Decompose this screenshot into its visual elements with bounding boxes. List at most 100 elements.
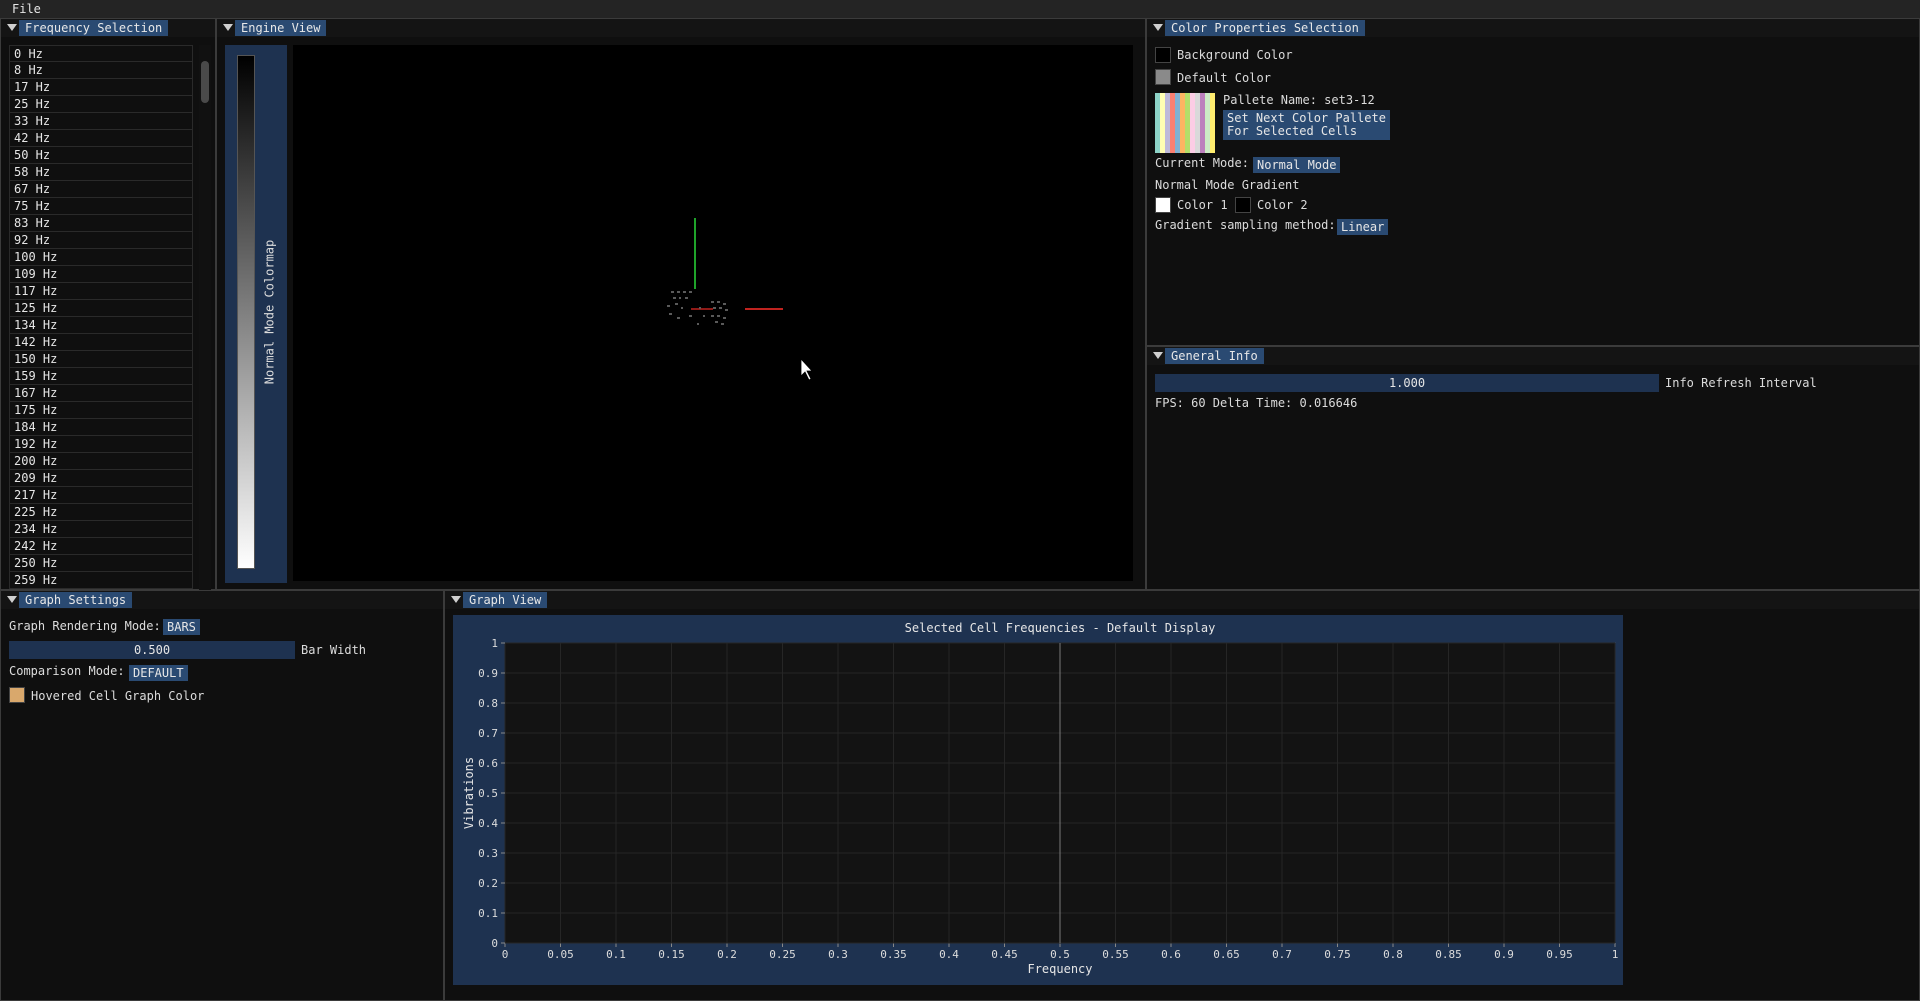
frequency-item[interactable]: 109 Hz [9,266,193,283]
next-pallete-button[interactable]: Set Next Color Pallete For Selected Cell… [1223,110,1390,140]
y-tick-label: 0 [491,937,498,950]
collapse-icon[interactable] [1153,352,1163,359]
frequency-item[interactable]: 33 Hz [9,113,193,130]
comparison-mode-label: Comparison Mode: [9,664,125,678]
frequency-item[interactable]: 17 Hz [9,79,193,96]
bar-width-slider[interactable]: 0.500 [9,641,295,659]
y-axis-label: Vibrations [462,757,476,829]
engine-viewport[interactable] [293,45,1133,581]
hovered-cell-color-swatch[interactable] [9,687,25,703]
frequency-item[interactable]: 184 Hz [9,419,193,436]
panel-title[interactable]: Engine View [235,20,327,36]
collapse-icon[interactable] [7,596,17,603]
gradient-color2-label: Color 2 [1257,198,1308,212]
frequency-item[interactable]: 142 Hz [9,334,193,351]
default-color-label: Default Color [1177,71,1271,85]
panel-title[interactable]: Graph View [463,592,548,608]
menu-bar: File [0,0,1920,19]
panel-header: Graph View [445,591,1919,609]
frequency-item[interactable]: 225 Hz [9,504,193,521]
panel-title[interactable]: Frequency Selection [19,20,169,36]
frequency-item[interactable]: 159 Hz [9,368,193,385]
render-mode-button[interactable]: BARS [163,619,200,635]
frequency-item[interactable]: 75 Hz [9,198,193,215]
frequency-item[interactable]: 175 Hz [9,402,193,419]
collapse-icon[interactable] [1153,24,1163,31]
scroll-thumb[interactable] [201,61,209,103]
y-tick-label: 0.6 [478,757,498,770]
x-axis-label: Frequency [1027,962,1092,976]
frequency-item[interactable]: 92 Hz [9,232,193,249]
x-tick-label: 0.2 [717,948,737,961]
x-tick-label: 0.8 [1383,948,1403,961]
frequency-item[interactable]: 217 Hz [9,487,193,504]
x-tick-label: 0.35 [880,948,907,961]
frequency-item[interactable]: 234 Hz [9,521,193,538]
background-color-label: Background Color [1177,48,1293,62]
engine-view-panel: Engine View Normal Mode Colormap [216,18,1146,590]
frequency-item[interactable]: 50 Hz [9,147,193,164]
x-tick-label: 0.65 [1213,948,1240,961]
gradient-color1-swatch[interactable] [1155,197,1171,213]
frequency-item[interactable]: 100 Hz [9,249,193,266]
frequency-selection-panel: Frequency Selection 0 Hz 8 Hz 17 Hz 25 Hz 33… [0,18,216,605]
frequency-item[interactable]: 67 Hz [9,181,193,198]
panel-title[interactable]: General Info [1165,348,1264,364]
frequency-item[interactable]: 259 Hz [9,572,193,589]
y-tick-label: 0.1 [478,907,498,920]
sampling-method-button[interactable]: Linear [1337,219,1389,235]
scene-svg [667,218,813,381]
current-mode-label: Current Mode: [1155,156,1249,170]
frequency-item[interactable]: 83 Hz [9,215,193,232]
panel-header: General Info [1147,347,1919,365]
menu-file[interactable]: File [12,1,41,17]
current-mode-button[interactable]: Normal Mode [1253,157,1341,173]
frequency-item[interactable]: 200 Hz [9,453,193,470]
cell-cluster [667,291,728,325]
x-tick-label: 0.9 [1494,948,1514,961]
panel-title[interactable]: Color Properties Selection [1165,20,1365,36]
x-tick-label: 0.3 [828,948,848,961]
background-color-swatch[interactable] [1155,47,1171,63]
pallete-name: Pallete Name: set3-12 [1223,93,1375,107]
y-tick-label: 0.4 [478,817,498,830]
frequency-item[interactable]: 242 Hz [9,538,193,555]
collapse-icon[interactable] [223,24,233,31]
frequency-item[interactable]: 58 Hz [9,164,193,181]
x-tick-label: 0 [502,948,509,961]
frequency-item[interactable]: 167 Hz [9,385,193,402]
frequency-item[interactable]: 25 Hz [9,96,193,113]
default-color-swatch[interactable] [1155,69,1171,85]
frequency-chart[interactable]: 0 0.05 0.1 0.15 0.2 0.25 0.3 0.35 0.4 0.45 0.5 0.55… [453,615,1623,985]
panel-title[interactable]: Graph Settings [19,592,133,608]
info-refresh-slider[interactable]: 1.000 [1155,374,1659,392]
bar-width-label: Bar Width [301,643,367,657]
frequency-item[interactable]: 42 Hz [9,130,193,147]
frequency-scrollbar[interactable] [199,45,211,605]
frequency-item[interactable]: 8 Hz [9,62,193,79]
frequency-item[interactable]: 134 Hz [9,317,193,334]
panel-header: Color Properties Selection [1147,19,1919,37]
x-tick-label: 0.05 [547,948,574,961]
frequency-item[interactable]: 150 Hz [9,351,193,368]
x-tick-label: 0.45 [991,948,1018,961]
info-refresh-label: Info Refresh Interval [1665,376,1817,390]
comparison-mode-button[interactable]: DEFAULT [129,665,188,681]
frequency-item[interactable]: 209 Hz [9,470,193,487]
frequency-item[interactable]: 125 Hz [9,300,193,317]
frequency-item[interactable]: 192 Hz [9,436,193,453]
x-tick-label: 0.75 [1324,948,1351,961]
x-tick-label: 0.95 [1546,948,1573,961]
gradient-color2-swatch[interactable] [1235,197,1251,213]
frequency-item[interactable]: 117 Hz [9,283,193,300]
fps-readout: FPS: 60 Delta Time: 0.016646 [1155,396,1358,410]
pallete-preview [1155,93,1215,153]
frequency-item[interactable]: 250 Hz [9,555,193,572]
collapse-icon[interactable] [7,24,17,31]
frequency-item[interactable]: 0 Hz [9,45,193,62]
pallete-stripe [1210,93,1215,153]
collapse-icon[interactable] [451,596,461,603]
panel-header: Frequency Selection [1,19,215,37]
colormap-frame: Normal Mode Colormap [225,45,287,583]
gradient-color1-label: Color 1 [1177,198,1228,212]
